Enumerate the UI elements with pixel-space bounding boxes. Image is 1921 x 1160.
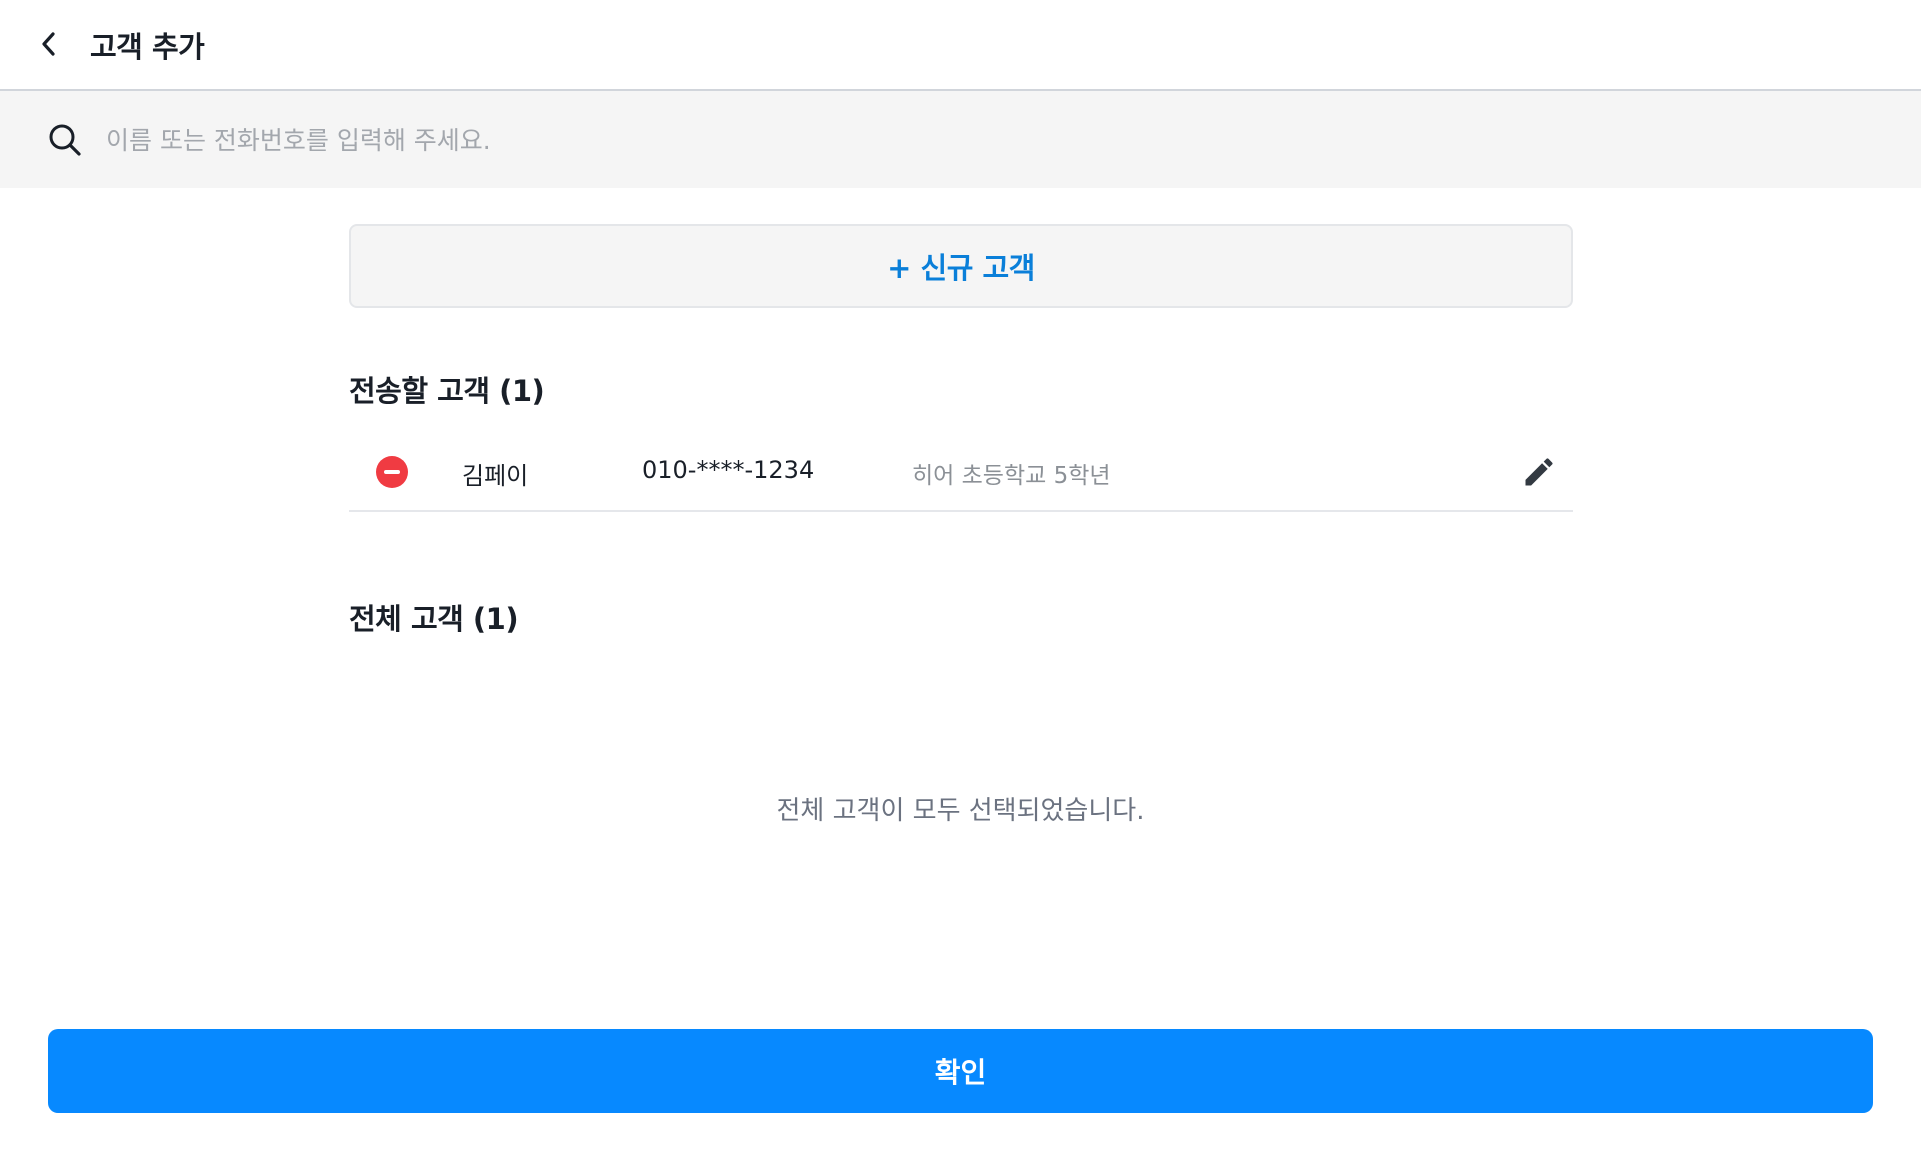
top-app-bar: 고객 추가 xyxy=(0,0,1921,91)
new-customer-button[interactable]: + 신규 고객 xyxy=(349,224,1573,308)
page-title: 고객 추가 xyxy=(90,30,205,64)
search-input[interactable] xyxy=(106,113,1806,167)
back-button[interactable] xyxy=(34,26,64,62)
pencil-icon xyxy=(1525,458,1553,486)
add-customer-page: 고객 추가 + 신규 고객 전송할 고객 (1) 김페이 010-****-12… xyxy=(0,0,1921,1160)
remove-customer-button[interactable] xyxy=(376,456,408,488)
customer-note: 히어 초등학교 5학년 xyxy=(912,463,1111,489)
chevron-left-icon xyxy=(42,32,55,56)
customer-phone: 010-****-1234 xyxy=(642,456,815,484)
confirm-button[interactable]: 확인 xyxy=(48,1029,1873,1113)
customer-name: 김페이 xyxy=(462,462,529,490)
search-icon xyxy=(48,123,82,157)
minus-circle-icon xyxy=(384,470,400,474)
customer-row: 김페이 010-****-1234 히어 초등학교 5학년 xyxy=(349,436,1573,512)
search-bar xyxy=(0,91,1921,188)
edit-customer-button[interactable] xyxy=(1521,454,1557,490)
send-customers-title: 전송할 고객 (1) xyxy=(349,374,545,408)
empty-state-message: 전체 고객이 모두 선택되었습니다. xyxy=(776,796,1145,826)
all-customers-title: 전체 고객 (1) xyxy=(349,602,519,636)
